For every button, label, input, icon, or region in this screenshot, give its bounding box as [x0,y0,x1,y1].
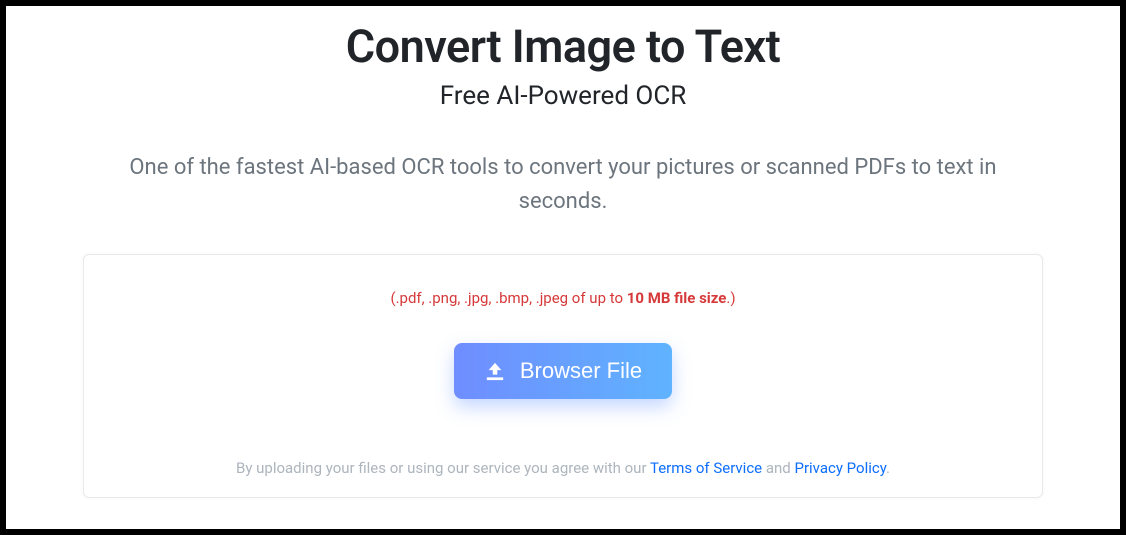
agreement-prefix: By uploading your files or using our ser… [236,459,650,477]
file-note-prefix: (.pdf, .png, .jpg, .bmp, .jpeg of up to [390,289,626,307]
agreement-mid: and [762,459,794,477]
file-note-bold: 10 MB file size [627,289,727,307]
privacy-policy-link[interactable]: Privacy Policy [794,459,886,477]
terms-of-service-link[interactable]: Terms of Service [650,459,762,477]
upload-icon [484,361,506,381]
agreement-text: By uploading your files or using our ser… [236,459,890,477]
file-types-note: (.pdf, .png, .jpg, .bmp, .jpeg of up to … [390,289,735,307]
browse-file-button[interactable]: Browser File [454,343,672,399]
agreement-suffix: . [886,459,890,477]
file-note-suffix: .) [726,289,735,307]
page-title: Convert Image to Text [346,20,781,73]
page-description: One of the fastest AI-based OCR tools to… [123,151,1003,219]
browse-button-label: Browser File [520,358,642,384]
upload-card: (.pdf, .png, .jpg, .bmp, .jpeg of up to … [83,254,1043,498]
page-subtitle: Free AI-Powered OCR [440,81,687,111]
